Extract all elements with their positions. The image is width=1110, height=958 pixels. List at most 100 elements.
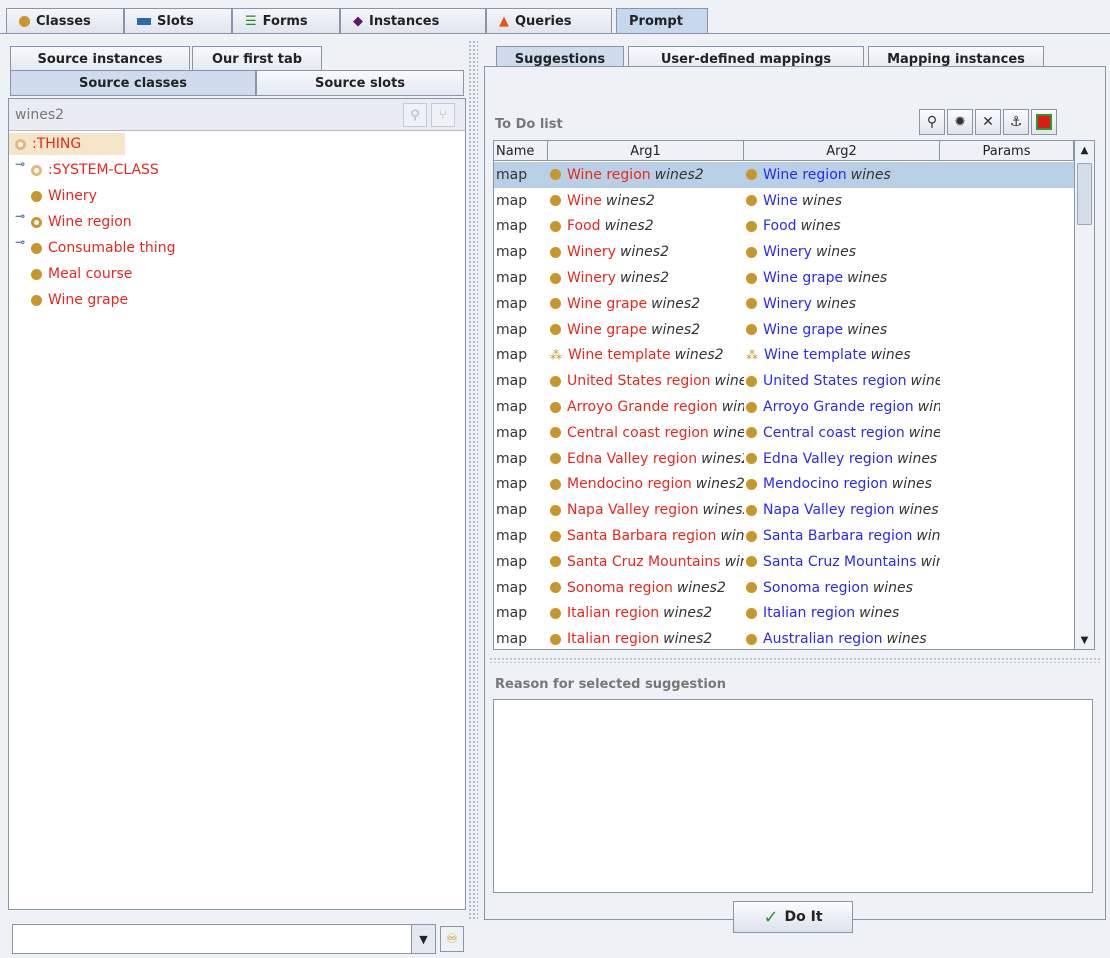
table-row[interactable]: map Sonoma region wines2 Sonoma region wines [494, 575, 1074, 601]
table-row[interactable]: mapEdna Valley regionwines2Edna Valley r… [494, 446, 1074, 472]
row-name: map [496, 450, 528, 467]
tab-label: Suggestions [514, 51, 606, 67]
class-dot-icon [31, 190, 42, 202]
tree-item-wine-grape[interactable]: Wine grape [31, 289, 331, 311]
table-row[interactable]: map Mendocino region wines2 Mendocino regio… [494, 472, 1074, 498]
table-header: Name Arg1 Arg2 Params [494, 141, 1074, 161]
class-dot-icon [746, 375, 757, 387]
table-row[interactable]: mapArroyo Grande regionwines2Arroyo Gran… [494, 394, 1074, 420]
hierarchy-icon[interactable]: ⑂ [431, 103, 455, 127]
expand-icon[interactable]: ⊸ [15, 235, 25, 249]
row-arg1: Napa Valley regionwines2 [548, 497, 744, 523]
anchor-icon[interactable]: ⚓ [1003, 109, 1029, 135]
tab-instances[interactable]: ◆ Instances [340, 8, 486, 34]
row-arg2: Santa Cruz Mountainswines [744, 549, 940, 575]
tab-source-instances[interactable]: Source instances [10, 46, 190, 72]
reason-textarea[interactable] [493, 699, 1093, 893]
close-icon[interactable]: ✕ [975, 109, 1001, 135]
search-combo[interactable]: ▼ [12, 924, 436, 954]
arg2-ontology: wines [891, 476, 932, 493]
tree-item-thing[interactable]: :THING [9, 133, 125, 155]
arg1-ontology: wines2 [676, 579, 726, 596]
tree-item-winery[interactable]: Winery [31, 185, 331, 207]
row-arg2: Wine wines [744, 188, 940, 214]
stop-icon[interactable] [1031, 109, 1057, 135]
tab-queries[interactable]: ▲ Queries [486, 8, 612, 34]
expand-icon[interactable]: ⊸ [15, 209, 25, 223]
class-tree: wines2 ⚲ ⑂ :THING ⊸ :SYSTEM-CLASS Winery… [8, 98, 466, 910]
table-row[interactable]: mapSanta Barbara regionwines2Santa Barba… [494, 523, 1074, 549]
arg2-class: Australian region [763, 631, 883, 648]
template-icon: ⁂ [550, 348, 562, 363]
row-name: map [496, 605, 528, 622]
row-arg2: Edna Valley region wines [744, 446, 940, 472]
table-row[interactable]: mapNapa Valley regionwines2Napa Valley r… [494, 497, 1074, 523]
row-params [940, 265, 1074, 291]
tab-prompt[interactable]: Prompt [616, 8, 708, 34]
column-header-arg1[interactable]: Arg1 [548, 141, 744, 161]
tab-label: Prompt [629, 14, 683, 29]
table-row[interactable]: map Wine region wines2 Wine region wines [494, 162, 1074, 188]
arg2-ontology: wines [801, 192, 843, 209]
row-arg1: Wine grape wines2 [548, 317, 744, 343]
find-class-icon[interactable]: ⚲ [403, 103, 427, 127]
tab-our-first-tab[interactable]: Our first tab [192, 46, 322, 72]
table-row[interactable]: map ⁂ Wine template wines2 ⁂ Wine template win… [494, 343, 1074, 369]
tab-forms[interactable]: ☰ Forms [232, 8, 340, 34]
arg2-ontology: wines [910, 373, 940, 390]
bug-icon[interactable]: ✹ [947, 109, 973, 135]
tab-classes[interactable]: Classes [6, 8, 124, 34]
binoculars-icon[interactable]: ♾ [440, 926, 464, 952]
row-params [940, 523, 1074, 549]
arg1-ontology: wines2 [604, 218, 654, 235]
row-params [940, 549, 1074, 575]
tree-item-system-class[interactable]: :SYSTEM-CLASS [31, 159, 331, 181]
column-header-arg2[interactable]: Arg2 [744, 141, 940, 161]
tree-item-meal-course[interactable]: Meal course [31, 263, 331, 285]
class-dot-icon [746, 633, 757, 645]
arg1-class: Mendocino region [567, 476, 692, 493]
table-row[interactable]: map Wine grape wines2 Wine grape wines [494, 317, 1074, 343]
row-name: map [496, 399, 528, 416]
expand-icon[interactable]: ⊸ [15, 157, 25, 171]
table-row[interactable]: map Italian region wines2 Australian region… [494, 626, 1074, 649]
scroll-up-icon[interactable]: ▲ [1075, 141, 1094, 159]
column-header-name[interactable]: Name [494, 141, 548, 161]
chevron-down-icon[interactable]: ▼ [411, 925, 435, 953]
class-ring-icon [15, 138, 26, 150]
scroll-thumb[interactable] [1077, 163, 1092, 225]
tree-item-consumable-thing[interactable]: Consumable thing [31, 237, 331, 259]
row-arg2: Wine grape wines [744, 265, 940, 291]
class-dot-icon [550, 324, 561, 336]
find-icon[interactable]: ⚲ [919, 109, 945, 135]
arg2-ontology: wines [815, 244, 857, 261]
row-params [940, 188, 1074, 214]
pane-splitter[interactable] [468, 40, 478, 920]
arg1-ontology: wines2 [663, 631, 713, 648]
table-row[interactable]: map Wine wines2 Wine wines [494, 188, 1074, 214]
table-row[interactable]: mapUnited States regionwines2United Stat… [494, 368, 1074, 394]
vertical-scrollbar[interactable]: ▲ ▼ [1074, 141, 1094, 649]
do-it-button[interactable]: ✓ Do It [733, 901, 853, 933]
arg2-ontology: wines [916, 528, 940, 545]
tab-source-classes[interactable]: Source classes [10, 70, 256, 96]
panel-splitter[interactable] [489, 657, 1101, 663]
table-row[interactable]: map Winery wines2 Winery wines [494, 239, 1074, 265]
row-arg1: Italian region wines2 [548, 626, 744, 649]
table-row[interactable]: map Wine grape wines2 Winery wines [494, 291, 1074, 317]
arg2-class: Napa Valley region [763, 502, 895, 519]
table-row[interactable]: mapSanta Cruz Mountainswines2Santa Cruz … [494, 549, 1074, 575]
tree-item-label: Wine grape [48, 292, 129, 308]
table-row[interactable]: mapCentral coast regionwines2Central coa… [494, 420, 1074, 446]
table-row[interactable]: map Winery wines2 Wine grape wines [494, 265, 1074, 291]
tab-source-slots[interactable]: Source slots [256, 70, 464, 96]
scroll-down-icon[interactable]: ▼ [1075, 631, 1094, 649]
class-dot-icon [746, 401, 757, 413]
tab-slots[interactable]: Slots [124, 8, 232, 34]
row-params [940, 317, 1074, 343]
class-dot-icon [746, 478, 757, 490]
tree-item-wine-region[interactable]: Wine region [31, 211, 331, 233]
table-row[interactable]: map Food wines2 Food wines [494, 214, 1074, 240]
column-header-params[interactable]: Params [940, 141, 1074, 161]
table-row[interactable]: map Italian region wines2 Italian region win… [494, 601, 1074, 627]
